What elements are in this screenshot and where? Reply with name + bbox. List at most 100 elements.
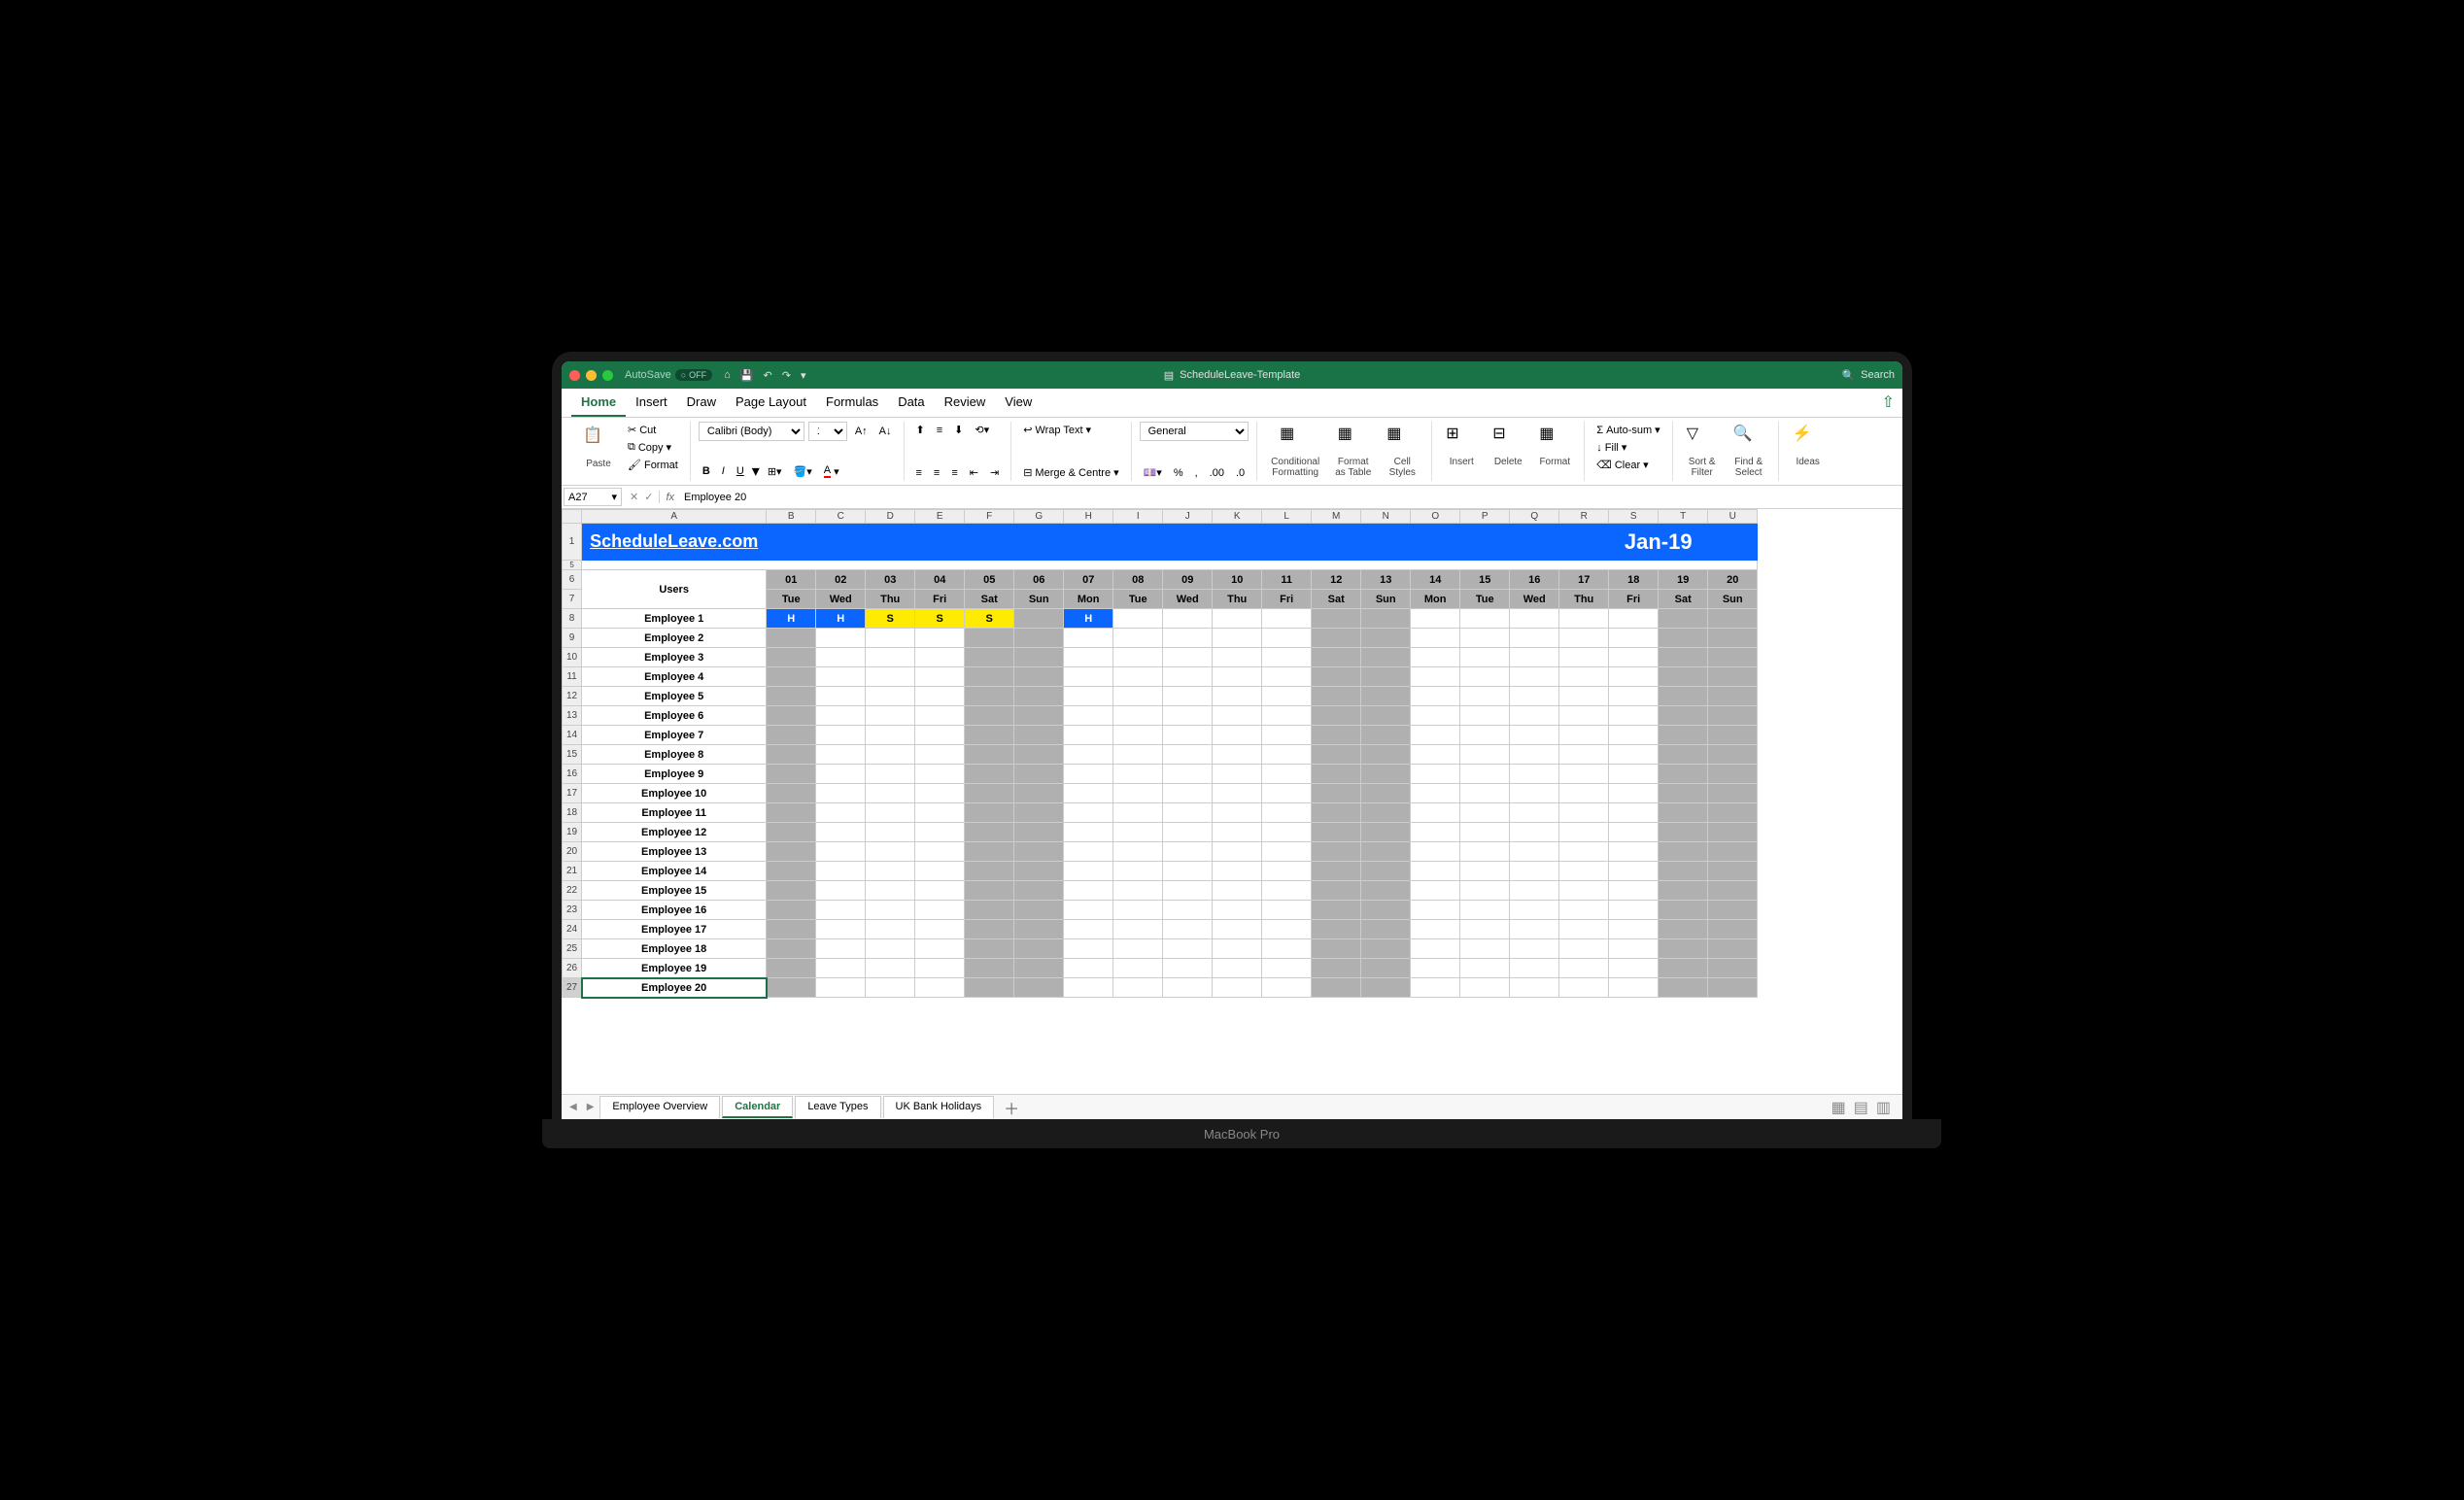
grid-cell[interactable]: [1113, 784, 1163, 803]
grid-cell[interactable]: [1708, 648, 1758, 667]
grid-cell[interactable]: [767, 920, 816, 939]
grid-cell[interactable]: [1262, 901, 1312, 920]
grid-cell[interactable]: [1708, 726, 1758, 745]
grid-cell[interactable]: [1163, 667, 1213, 687]
name-box[interactable]: A27▾: [564, 488, 622, 506]
grid-cell[interactable]: H: [767, 609, 816, 629]
grid-cell[interactable]: [1460, 939, 1510, 959]
day-num-01[interactable]: 01: [767, 570, 816, 590]
grid-cell[interactable]: [1213, 629, 1262, 648]
grid-cell[interactable]: [816, 959, 866, 978]
grid-cell[interactable]: [1559, 842, 1609, 862]
grid-cell[interactable]: [1659, 745, 1708, 765]
grid-cell[interactable]: [1460, 978, 1510, 998]
grid-cell[interactable]: [1014, 862, 1064, 881]
paste-button[interactable]: 📋 Paste: [577, 424, 620, 471]
grid-cell[interactable]: [1014, 939, 1064, 959]
grid-cell[interactable]: [1659, 629, 1708, 648]
find-select-button[interactable]: 🔍Find & Select: [1728, 422, 1770, 480]
grid-cell[interactable]: [1163, 609, 1213, 629]
merge-button[interactable]: ⊟Merge & Centre▾: [1019, 464, 1122, 481]
grid-cell[interactable]: [1559, 920, 1609, 939]
grid-cell[interactable]: [1708, 959, 1758, 978]
grid-cell[interactable]: [767, 765, 816, 784]
day-num-07[interactable]: 07: [1064, 570, 1113, 590]
percent-icon[interactable]: %: [1170, 465, 1187, 481]
view-break-icon[interactable]: ▥: [1876, 1098, 1891, 1117]
grid-cell[interactable]: [1609, 629, 1659, 648]
view-layout-icon[interactable]: ▤: [1854, 1098, 1868, 1117]
grid-cell[interactable]: [1014, 687, 1064, 706]
grid-cell[interactable]: [1163, 978, 1213, 998]
grid-cell[interactable]: [1361, 881, 1411, 901]
grid-cell[interactable]: [1213, 959, 1262, 978]
grid-cell[interactable]: [1559, 726, 1609, 745]
employee-name-cell[interactable]: Employee 10: [582, 784, 767, 803]
col-header-P[interactable]: P: [1460, 510, 1510, 524]
grid-cell[interactable]: [1559, 648, 1609, 667]
employee-name-cell[interactable]: Employee 4: [582, 667, 767, 687]
grid-cell[interactable]: [1312, 901, 1361, 920]
grid-cell[interactable]: [1312, 609, 1361, 629]
grid-cell[interactable]: [1361, 648, 1411, 667]
ribbon-tab-insert[interactable]: Insert: [626, 389, 677, 417]
conditional-formatting-button[interactable]: ▦Conditional Formatting: [1265, 422, 1325, 480]
qat-more-icon[interactable]: ▾: [801, 369, 806, 382]
grid-cell[interactable]: [1312, 667, 1361, 687]
grid-cell[interactable]: [1708, 881, 1758, 901]
wrap-text-button[interactable]: ↩Wrap Text▾: [1019, 422, 1122, 438]
grid-cell[interactable]: [1460, 648, 1510, 667]
grid-cell[interactable]: [1659, 609, 1708, 629]
grid-cell[interactable]: [816, 803, 866, 823]
format-painter-button[interactable]: 🖌Format: [624, 457, 682, 473]
grid-cell[interactable]: [1163, 842, 1213, 862]
ribbon-tab-home[interactable]: Home: [571, 389, 626, 417]
grid-cell[interactable]: [1113, 765, 1163, 784]
grid-cell[interactable]: [915, 765, 965, 784]
grid-cell[interactable]: [1163, 726, 1213, 745]
grid-cell[interactable]: [965, 901, 1014, 920]
day-num-02[interactable]: 02: [816, 570, 866, 590]
grid-cell[interactable]: [1609, 939, 1659, 959]
grid-cell[interactable]: [1312, 978, 1361, 998]
grid-cell[interactable]: [816, 765, 866, 784]
copy-button[interactable]: ⧉Copy▾: [624, 439, 682, 456]
align-middle-icon[interactable]: ≡: [933, 423, 946, 438]
grid-cell[interactable]: [915, 920, 965, 939]
comma-icon[interactable]: ,: [1191, 465, 1202, 481]
grid-cell[interactable]: S: [965, 609, 1014, 629]
grid-cell[interactable]: [1064, 881, 1113, 901]
grid-cell[interactable]: [1411, 648, 1460, 667]
grid-cell[interactable]: [1262, 803, 1312, 823]
grid-cell[interactable]: [1659, 881, 1708, 901]
grid-cell[interactable]: [866, 706, 915, 726]
grid-cell[interactable]: [1213, 687, 1262, 706]
grid-cell[interactable]: [1708, 706, 1758, 726]
grid-cell[interactable]: [816, 687, 866, 706]
grid-cell[interactable]: [965, 823, 1014, 842]
day-dow-16[interactable]: Wed: [1510, 590, 1559, 609]
grid-cell[interactable]: [1113, 726, 1163, 745]
grid-cell[interactable]: [1064, 629, 1113, 648]
grid-cell[interactable]: [816, 862, 866, 881]
align-top-icon[interactable]: ⬆: [912, 422, 929, 438]
grid-cell[interactable]: [1510, 901, 1559, 920]
grid-cell[interactable]: [816, 823, 866, 842]
grid-cell[interactable]: [1262, 667, 1312, 687]
grid-cell[interactable]: [866, 765, 915, 784]
day-num-11[interactable]: 11: [1262, 570, 1312, 590]
row-header-14[interactable]: 14: [563, 726, 582, 745]
grid-cell[interactable]: [1609, 978, 1659, 998]
increase-font-icon[interactable]: A↑: [851, 424, 872, 439]
ideas-button[interactable]: ⚡Ideas: [1787, 422, 1830, 469]
grid-cell[interactable]: [1411, 978, 1460, 998]
grid-cell[interactable]: [767, 745, 816, 765]
grid-cell[interactable]: [915, 784, 965, 803]
grid-cell[interactable]: [1609, 648, 1659, 667]
grid-cell[interactable]: [1411, 959, 1460, 978]
grid-cell[interactable]: [1312, 920, 1361, 939]
grid-cell[interactable]: [1411, 842, 1460, 862]
col-header-O[interactable]: O: [1411, 510, 1460, 524]
grid-cell[interactable]: [1113, 959, 1163, 978]
grid-cell[interactable]: [1213, 939, 1262, 959]
